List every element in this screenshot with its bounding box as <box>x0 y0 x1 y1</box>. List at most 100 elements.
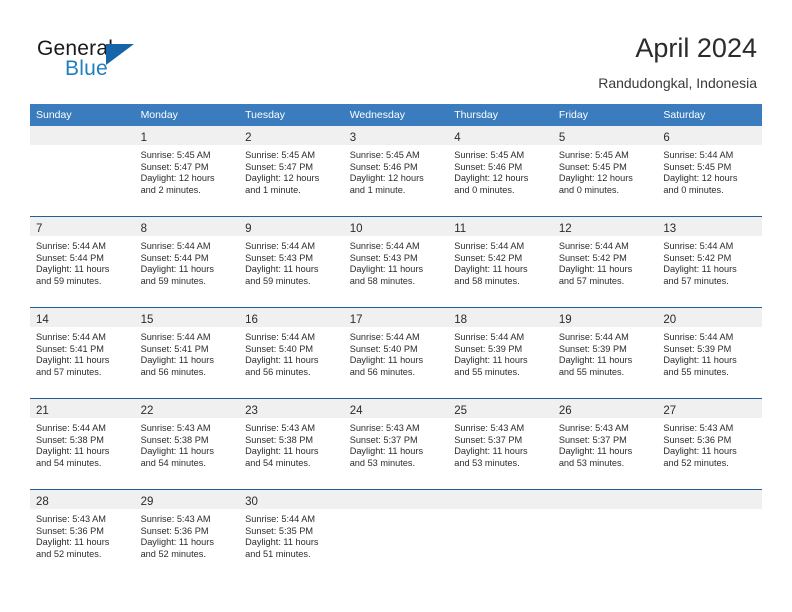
day-number-strip: 26 <box>552 399 658 418</box>
day-number-strip: 17 <box>343 308 449 327</box>
day-cell[interactable]: 4 Sunrise: 5:45 AM Sunset: 5:46 PM Daylight… <box>448 126 553 216</box>
sunset-text: Sunset: 5:45 PM <box>558 161 627 172</box>
sunset-text: Sunset: 5:37 PM <box>349 434 418 445</box>
day-cell[interactable]: 9 Sunrise: 5:44 AM Sunset: 5:43 PM Daylight… <box>239 217 344 307</box>
daylight-text-line1: Daylight: 11 hours <box>349 355 424 366</box>
triangle-icon <box>106 44 134 65</box>
calendar-cell <box>448 489 553 580</box>
sunrise-text: Sunrise: 5:43 AM <box>558 423 629 433</box>
daylight-text-line2: and 56 minutes. <box>245 366 311 377</box>
day-cell[interactable]: 16 Sunrise: 5:44 AM Sunset: 5:40 PM Dayligh… <box>239 308 344 398</box>
day-number-strip: 21 <box>30 399 135 418</box>
daylight-text-line1: Daylight: 11 hours <box>140 355 214 366</box>
calendar-cell: 7 Sunrise: 5:44 AM Sunset: 5:44 PM Daylight… <box>30 216 135 308</box>
sunset-text: Sunset: 5:41 PM <box>140 343 209 354</box>
day-cell[interactable]: 27 Sunrise: 5:43 AM Sunset: 5:36 PM Dayligh… <box>657 399 762 489</box>
day-cell[interactable]: 24 Sunrise: 5:43 AM Sunset: 5:37 PM Dayligh… <box>343 399 449 489</box>
day-cell[interactable]: 22 Sunrise: 5:43 AM Sunset: 5:38 PM Dayligh… <box>134 399 240 489</box>
brand-logo[interactable]: General Blue <box>37 37 177 83</box>
day-cell[interactable]: 1 Sunrise: 5:45 AM Sunset: 5:47 PM Daylight… <box>134 126 240 216</box>
day-cell[interactable]: 2 Sunrise: 5:45 AM Sunset: 5:47 PM Daylight… <box>239 126 344 216</box>
calendar-cell: 6 Sunrise: 5:44 AM Sunset: 5:45 PM Daylight… <box>657 126 762 217</box>
day-number: 16 <box>245 314 258 326</box>
location-subtitle: Randudongkal, Indonesia <box>598 75 757 91</box>
day-cell[interactable]: 23 Sunrise: 5:43 AM Sunset: 5:38 PM Dayligh… <box>239 399 344 489</box>
day-number-strip: 10 <box>343 217 449 236</box>
calendar-cell: 24 Sunrise: 5:43 AM Sunset: 5:37 PM Dayligh… <box>343 398 449 490</box>
sunset-text: Sunset: 5:46 PM <box>349 161 418 172</box>
day-cell[interactable]: 20 Sunrise: 5:44 AM Sunset: 5:39 PM Dayligh… <box>657 308 762 398</box>
day-cell[interactable]: 26 Sunrise: 5:43 AM Sunset: 5:37 PM Dayligh… <box>552 399 658 489</box>
day-cell[interactable]: 29 Sunrise: 5:43 AM Sunset: 5:36 PM Dayligh… <box>134 490 240 580</box>
daylight-text-line2: and 54 minutes. <box>245 457 311 468</box>
day-number: 25 <box>454 405 468 417</box>
daylight-text-line1: Daylight: 11 hours <box>36 355 110 366</box>
daylight-text-line2: and 0 minutes. <box>558 184 620 195</box>
day-number-strip: 12 <box>552 217 658 236</box>
daylight-text-line1: Daylight: 12 hours <box>140 173 215 184</box>
sunrise-text: Sunrise: 5:43 AM <box>140 514 211 524</box>
day-number: 10 <box>349 223 363 235</box>
sunrise-text: Sunrise: 5:44 AM <box>454 332 525 342</box>
sunrise-text: Sunrise: 5:44 AM <box>36 423 106 433</box>
daylight-text-line2: and 52 minutes. <box>663 457 729 468</box>
day-number-strip: 7 <box>30 217 135 236</box>
calendar-cell: 23 Sunrise: 5:43 AM Sunset: 5:38 PM Dayligh… <box>239 398 344 490</box>
weekday-header-monday: Monday <box>134 104 240 126</box>
weekday-header-sunday: Sunday <box>30 104 135 126</box>
daylight-text-line1: Daylight: 11 hours <box>245 537 319 548</box>
calendar-cell: 21 Sunrise: 5:44 AM Sunset: 5:38 PM Dayligh… <box>30 398 135 490</box>
day-number-strip: 27 <box>657 399 762 418</box>
day-number-strip: 8 <box>134 217 240 236</box>
day-cell[interactable]: 18 Sunrise: 5:44 AM Sunset: 5:39 PM Dayligh… <box>448 308 553 398</box>
day-number: 21 <box>36 405 49 417</box>
day-cell[interactable]: 30 Sunrise: 5:44 AM Sunset: 5:35 PM Dayligh… <box>239 490 344 580</box>
day-cell[interactable]: 11 Sunrise: 5:44 AM Sunset: 5:42 PM Dayligh… <box>448 217 553 307</box>
day-cell[interactable]: 8 Sunrise: 5:44 AM Sunset: 5:44 PM Daylight… <box>134 217 240 307</box>
weekday-header-tuesday: Tuesday <box>239 104 344 126</box>
sunset-text: Sunset: 5:41 PM <box>36 343 104 354</box>
sunset-text: Sunset: 5:40 PM <box>245 343 314 354</box>
daylight-text-line2: and 54 minutes. <box>140 457 206 468</box>
daylight-text-line2: and 58 minutes. <box>454 275 520 286</box>
day-number-strip: 18 <box>448 308 553 327</box>
daylight-text-line1: Daylight: 12 hours <box>349 173 424 184</box>
day-cell[interactable]: 12 Sunrise: 5:44 AM Sunset: 5:42 PM Dayligh… <box>552 217 658 307</box>
daylight-text-line2: and 59 minutes. <box>140 275 206 286</box>
calendar-table: Sunday Monday Tuesday Wednesday Thursday Frid… <box>30 104 762 580</box>
daylight-text-line1: Daylight: 11 hours <box>349 264 424 275</box>
day-number-strip: 16 <box>239 308 344 327</box>
week-row: 28 Sunrise: 5:43 AM Sunset: 5:36 PM Dayligh… <box>30 489 762 580</box>
day-cell[interactable]: 25 Sunrise: 5:43 AM Sunset: 5:37 PM Dayligh… <box>448 399 553 489</box>
daylight-text-line2: and 1 minute. <box>349 184 406 195</box>
day-number-strip: 28 <box>30 490 135 509</box>
day-details: Sunrise: 5:44 AM Sunset: 5:44 PM Daylight:… <box>30 236 135 287</box>
sunset-text: Sunset: 5:43 PM <box>349 252 418 263</box>
day-cell[interactable]: 17 Sunrise: 5:44 AM Sunset: 5:40 PM Dayligh… <box>343 308 449 398</box>
day-cell[interactable]: 15 Sunrise: 5:44 AM Sunset: 5:41 PM Dayligh… <box>134 308 240 398</box>
day-details: Sunrise: 5:44 AM Sunset: 5:42 PM Daylight:… <box>553 236 658 287</box>
day-number-strip: 11 <box>448 217 553 236</box>
calendar-cell: 17 Sunrise: 5:44 AM Sunset: 5:40 PM Dayligh… <box>343 307 449 399</box>
day-number: 29 <box>140 496 154 508</box>
day-cell[interactable]: 28 Sunrise: 5:43 AM Sunset: 5:36 PM Dayligh… <box>30 490 135 580</box>
day-cell[interactable]: 6 Sunrise: 5:44 AM Sunset: 5:45 PM Daylight… <box>657 126 762 216</box>
day-cell[interactable]: 3 Sunrise: 5:45 AM Sunset: 5:46 PM Daylight… <box>343 126 449 216</box>
day-cell-empty <box>448 490 553 580</box>
daylight-text-line2: and 0 minutes. <box>663 184 724 195</box>
sunset-text: Sunset: 5:40 PM <box>349 343 418 354</box>
day-cell[interactable]: 21 Sunrise: 5:44 AM Sunset: 5:38 PM Dayligh… <box>30 399 135 489</box>
day-cell[interactable]: 7 Sunrise: 5:44 AM Sunset: 5:44 PM Daylight… <box>30 217 135 307</box>
day-cell[interactable]: 14 Sunrise: 5:44 AM Sunset: 5:41 PM Dayligh… <box>30 308 135 398</box>
day-cell[interactable]: 5 Sunrise: 5:45 AM Sunset: 5:45 PM Daylight… <box>552 126 658 216</box>
sunset-text: Sunset: 5:47 PM <box>140 161 209 172</box>
calendar-cell: 9 Sunrise: 5:44 AM Sunset: 5:43 PM Daylight… <box>239 216 344 308</box>
day-cell-empty <box>552 490 658 580</box>
day-cell[interactable]: 10 Sunrise: 5:44 AM Sunset: 5:43 PM Dayligh… <box>343 217 449 307</box>
daylight-text-line1: Daylight: 11 hours <box>454 264 528 275</box>
day-cell[interactable]: 13 Sunrise: 5:44 AM Sunset: 5:42 PM Dayligh… <box>657 217 762 307</box>
daylight-text-line2: and 2 minutes. <box>140 184 201 195</box>
daylight-text-line2: and 52 minutes. <box>140 548 206 559</box>
daylight-text-line1: Daylight: 11 hours <box>140 264 214 275</box>
day-cell[interactable]: 19 Sunrise: 5:44 AM Sunset: 5:39 PM Dayligh… <box>552 308 658 398</box>
